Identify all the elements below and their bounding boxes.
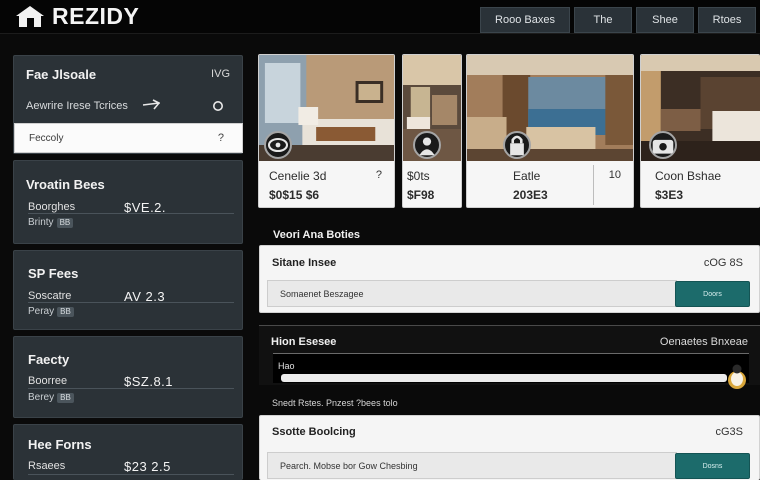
room-card[interactable]: $0ts $F98 [402, 54, 462, 208]
room-price: 203E3 [513, 188, 548, 202]
search-panel: Fae Jlsoale IVG Aewrire Irese Tcrices Fe… [13, 55, 243, 154]
view-icon[interactable] [264, 131, 292, 159]
room-card[interactable]: Cenelie 3d $0$15 $6 ? [258, 54, 395, 208]
app-name: REZIDY [52, 2, 140, 29]
room-info: $0ts $F98 [403, 161, 461, 207]
room-name: Eatle [513, 169, 541, 183]
rate-panel-sub-label: Berey [28, 392, 55, 403]
lock-icon[interactable] [503, 131, 531, 159]
booking-block: Sitane Insee cOG 8S Somaenet Beszagee Do… [259, 245, 760, 313]
room-photo[interactable] [259, 55, 394, 161]
rate-panel-badge: BB [57, 306, 74, 317]
home-icon [14, 3, 46, 29]
book-button[interactable]: Doors [675, 281, 750, 307]
booking-block-code: cG3S [715, 426, 743, 438]
rate-panel-price: $SZ.8.1 [124, 374, 174, 389]
search-help-icon[interactable]: ? [218, 132, 224, 144]
divider [28, 474, 234, 475]
rate-panel-sub: Peray BB [28, 306, 74, 317]
rate-panel-sub: Berey BB [28, 392, 74, 403]
nav-item-rooms[interactable]: Rooo Baxes [480, 7, 570, 33]
room-extra: 10 [608, 169, 621, 181]
search-input-placeholder: Feccoly [29, 132, 64, 144]
divider [28, 388, 234, 389]
app-logo[interactable]: REZIDY [14, 2, 139, 30]
booking-block-title: Ssotte Boolcing [272, 426, 356, 438]
room-price: $0$15 $6 [269, 188, 320, 202]
room-card[interactable]: Coon Bshae $3E3 [640, 54, 760, 208]
rate-panel-title: Vroatin Bees [26, 177, 105, 192]
room-extra: ? [375, 169, 382, 181]
search-input[interactable]: Feccoly ? [14, 123, 243, 153]
rate-panel-row: Rsaees [28, 460, 66, 472]
rate-panel-price: $23 2.5 [124, 459, 171, 474]
rate-panel-title: Hee Forns [28, 437, 92, 452]
room-info: Coon Bshae $3E3 [641, 161, 760, 207]
room-info: Eatle 203E3 10 [467, 161, 633, 207]
booking-block-title: Sitane Insee [272, 257, 337, 269]
room-photo[interactable] [403, 55, 461, 161]
room-name: $0ts [407, 169, 430, 183]
nav-item-the[interactable]: The [574, 7, 632, 33]
camera-icon[interactable] [649, 131, 677, 159]
search-subtitle: Aewrire Irese Tcrices [26, 100, 128, 112]
rate-panel-badge: BB [56, 217, 74, 228]
filter-options-link[interactable]: Oenaetes Bnxeae [660, 336, 748, 348]
filter-title: Hion Esesee [271, 336, 337, 348]
booking-input[interactable]: Pearch. Mobse bor Gow Chesbing [267, 452, 677, 479]
room-name: Coon Bshae [655, 169, 722, 183]
room-price: $F98 [407, 188, 435, 202]
rate-panel[interactable]: Vroatin Bees Boorghes $VE.2. Brinty BB [13, 160, 243, 244]
rate-panel-row: Soscatre [28, 290, 72, 302]
rate-panel-row: Boorghes [28, 201, 76, 213]
rate-panel-sub-label: Peray [28, 306, 55, 317]
divider [593, 165, 594, 205]
booking-block: Ssotte Boolcing cG3S Pearch. Mobse bor G… [259, 415, 760, 480]
filter-slider-row: Hao [273, 353, 749, 389]
divider [28, 213, 234, 214]
rate-panel-badge: BB [57, 392, 74, 403]
rate-panel[interactable]: SP Fees Soscatre AV 2.3 Peray BB [13, 250, 243, 330]
room-price: $3E3 [655, 188, 684, 202]
room-photo[interactable] [641, 55, 760, 161]
nav-item-rtoes[interactable]: Rtoes [698, 7, 756, 33]
booking-block-code: cOG 8S [703, 257, 743, 269]
book-button[interactable]: Dosns [675, 453, 750, 479]
search-title: Fae Jlsoale [26, 67, 97, 82]
rate-panel-title: SP Fees [28, 266, 79, 281]
rate-panel-row: Boorree [28, 375, 68, 387]
rate-panel-title: Faecty [28, 352, 70, 367]
airplane-icon[interactable] [142, 98, 162, 112]
room-info: Cenelie 3d $0$15 $6 ? [259, 161, 394, 207]
filter-caption: Snedt Rstes. Pnzest ?bees tolo [272, 398, 398, 408]
location-pin-icon[interactable] [212, 99, 224, 113]
rate-panel-sub-label: Brinty [28, 217, 54, 228]
room-card[interactable]: Eatle 203E3 10 [466, 54, 634, 208]
nav-item-shee[interactable]: Shee [636, 7, 694, 33]
rate-panel[interactable]: Hee Forns Rsaees $23 2.5 [13, 424, 243, 480]
person-icon[interactable] [413, 131, 441, 159]
rate-panel-sub: Brinty BB [28, 217, 74, 228]
booking-section-title: Veori Ana Boties [273, 229, 361, 241]
slider-handle[interactable] [727, 362, 747, 390]
booking-input[interactable]: Somaenet Beszagee [267, 280, 677, 307]
top-bar: REZIDY Rooo Baxes The Shee Rtoes [0, 0, 760, 34]
rate-panel[interactable]: Faecty Boorree $SZ.8.1 Berey BB [13, 336, 243, 418]
slider-label: Hao [278, 361, 295, 371]
search-code: IVG [211, 68, 230, 80]
divider [28, 302, 234, 303]
room-photo[interactable] [467, 55, 633, 161]
room-name: Cenelie 3d [269, 169, 327, 183]
price-slider[interactable] [281, 374, 727, 382]
